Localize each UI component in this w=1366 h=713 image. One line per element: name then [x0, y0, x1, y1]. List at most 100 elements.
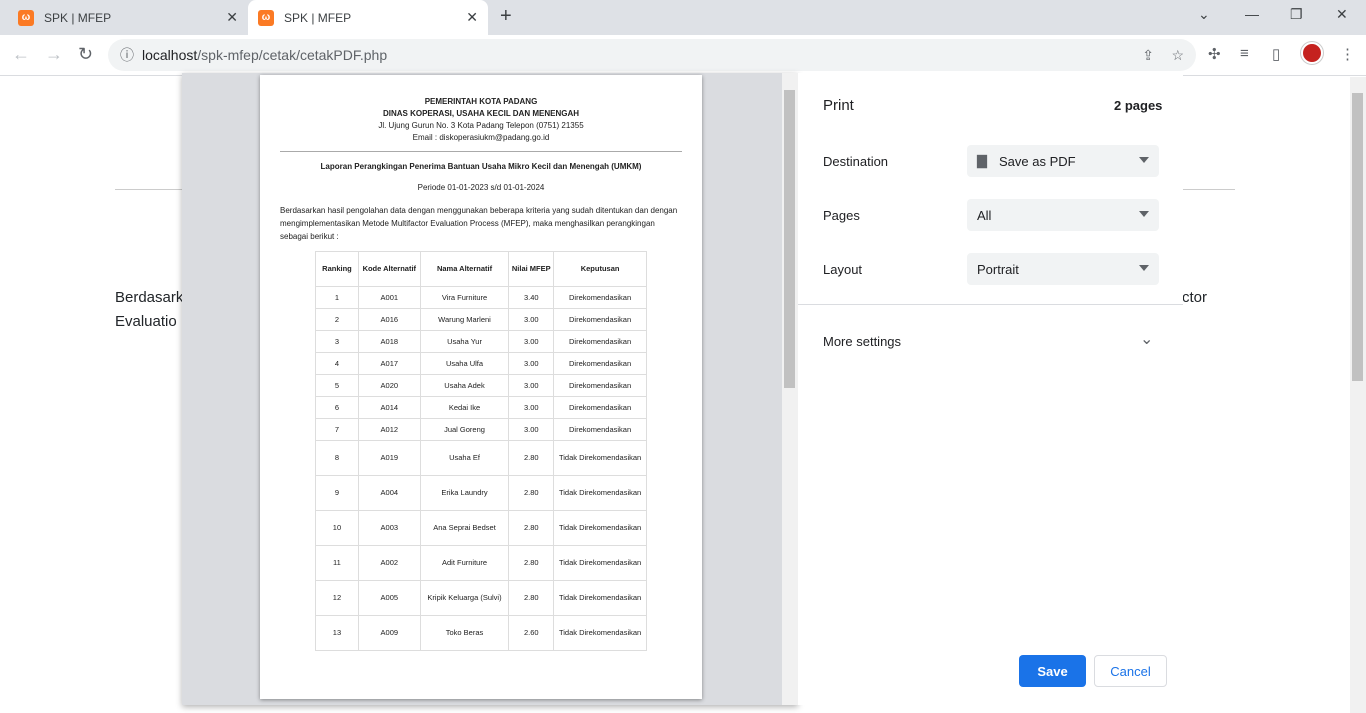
table-cell: A018: [357, 330, 421, 353]
table-cell: 9: [315, 475, 359, 511]
table-cell: 10: [315, 510, 359, 546]
address-bar[interactable]: ⓘ localhost/spk-mfep/cetak/cetakPDF.php …: [108, 39, 1196, 71]
tab-strip: ω SPK | MFEP ✕ ω SPK | MFEP ✕ + ⌄ — ❐ ✕: [0, 0, 1366, 35]
site-info-icon[interactable]: ⓘ: [120, 45, 134, 65]
table-cell: A003: [357, 510, 421, 546]
table-cell: Jual Goreng: [419, 418, 510, 441]
table-cell: Erika Laundry: [419, 475, 510, 511]
table-cell: A019: [357, 440, 421, 476]
close-window-button[interactable]: ✕: [1336, 6, 1348, 23]
column-header: Keputusan: [553, 251, 647, 287]
bookmark-star-icon[interactable]: ☆: [1171, 47, 1184, 64]
table-row: 3 A018 Usaha Yur 3.00 Direkomendasikan: [315, 330, 647, 353]
table-cell: Kedai Ike: [419, 396, 510, 419]
table-cell: A002: [357, 545, 421, 581]
tab-1[interactable]: ω SPK | MFEP ✕: [8, 0, 248, 35]
column-header: Nilai MFEP: [508, 251, 555, 287]
table-cell: 11: [315, 545, 359, 581]
ranking-table: Ranking Kode Alternatif Nama Alternatif Nil…: [315, 251, 647, 651]
close-tab-icon[interactable]: ✕: [226, 9, 238, 26]
pages-select[interactable]: All: [967, 199, 1159, 231]
close-tab-icon[interactable]: ✕: [466, 9, 478, 26]
minimize-button[interactable]: —: [1245, 6, 1259, 22]
table-cell: Tidak Direkomendasikan: [553, 510, 647, 546]
back-button[interactable]: ←: [12, 44, 30, 65]
table-cell: 7: [315, 418, 359, 441]
extensions-icon[interactable]: ✣: [1208, 45, 1221, 63]
share-icon[interactable]: ⇪: [1142, 47, 1154, 64]
table-cell: Tidak Direkomendasikan: [553, 440, 647, 476]
xampp-favicon-icon: ω: [258, 9, 274, 26]
table-cell: Usaha Ulfa: [419, 352, 510, 375]
table-cell: 1: [315, 286, 359, 309]
table-row: 8 A019 Usaha Ef 2.80 Tidak Direkomendasikan: [315, 440, 647, 476]
table-header-row: Ranking Kode Alternatif Nama Alternatif Nil…: [315, 251, 647, 287]
table-cell: 6: [315, 396, 359, 419]
table-row: 7 A012 Jual Goreng 3.00 Direkomendasikan: [315, 418, 647, 441]
layout-label: Layout: [823, 262, 863, 277]
email: Email : diskoperasiukm@padang.go.id: [412, 133, 550, 142]
table-cell: Direkomendasikan: [553, 308, 647, 331]
tab-2[interactable]: ω SPK | MFEP ✕: [248, 0, 488, 35]
table-cell: 2.80: [508, 545, 555, 581]
table-cell: 3.00: [508, 352, 555, 375]
menu-kebab-icon[interactable]: ⋮: [1340, 45, 1355, 63]
address: Jl. Ujung Gurun No. 3 Kota Padang Telepo…: [378, 121, 584, 130]
profile-avatar[interactable]: [1301, 42, 1323, 64]
table-cell: Tidak Direkomendasikan: [553, 545, 647, 581]
reload-button[interactable]: ↻: [78, 44, 93, 65]
table-cell: 2.80: [508, 475, 555, 511]
table-cell: 3.00: [508, 308, 555, 331]
table-cell: 2.80: [508, 440, 555, 476]
table-cell: Usaha Adek: [419, 374, 510, 397]
table-cell: 3: [315, 330, 359, 353]
print-title: Print: [823, 97, 854, 114]
preview-scrollbar-thumb[interactable]: [784, 90, 795, 388]
table-row: 1 A001 Vira Furniture 3.40 Direkomendasikan: [315, 286, 647, 309]
destination-select[interactable]: ▇ Save as PDF: [967, 145, 1159, 177]
xampp-favicon-icon: ω: [18, 9, 34, 26]
url-host: localhost: [142, 47, 198, 63]
table-cell: A017: [357, 352, 421, 375]
table-row: 11 A002 Adit Furniture 2.80 Tidak Direkomend…: [315, 545, 647, 581]
table-cell: 12: [315, 580, 359, 616]
table-cell: Adit Furniture: [419, 545, 510, 581]
file-icon: ▇: [977, 153, 987, 168]
table-cell: 5: [315, 374, 359, 397]
table-cell: 2.60: [508, 615, 555, 651]
dropdown-caret-icon: [1139, 157, 1149, 163]
new-tab-button[interactable]: +: [500, 5, 512, 28]
more-settings-toggle[interactable]: More settings ⌄: [798, 323, 1183, 359]
dropdown-caret-icon: [1139, 265, 1149, 271]
table-cell: 8: [315, 440, 359, 476]
page-scrollbar-thumb[interactable]: [1352, 93, 1363, 381]
table-cell: Direkomendasikan: [553, 418, 647, 441]
media-control-icon[interactable]: ≡: [1240, 45, 1249, 62]
bg-text: Evaluatio: [115, 313, 177, 330]
table-cell: Ana Seprai Bedset: [419, 510, 510, 546]
table-cell: Usaha Yur: [419, 330, 510, 353]
table-cell: 3.00: [508, 396, 555, 419]
save-button[interactable]: Save: [1019, 655, 1086, 687]
table-row: 9 A004 Erika Laundry 2.80 Tidak Direkomendas…: [315, 475, 647, 511]
dropdown-caret-icon: [1139, 211, 1149, 217]
table-row: 10 A003 Ana Seprai Bedset 2.80 Tidak Direkom…: [315, 510, 647, 546]
url-path: /spk-mfep/cetak/cetakPDF.php: [197, 47, 388, 63]
table-cell: A012: [357, 418, 421, 441]
table-cell: Tidak Direkomendasikan: [553, 615, 647, 651]
tab-search-chevron-icon[interactable]: ⌄: [1198, 6, 1210, 23]
table-row: 2 A016 Warung Marleni 3.00 Direkomendasikan: [315, 308, 647, 331]
table-row: 6 A014 Kedai Ike 3.00 Direkomendasikan: [315, 396, 647, 419]
tab-title: SPK | MFEP: [284, 10, 352, 25]
cancel-button[interactable]: Cancel: [1094, 655, 1167, 687]
table-cell: Kripik Keluarga (Sulvi): [419, 580, 510, 616]
pages-value: All: [977, 207, 992, 223]
page-count: 2 pages: [1114, 98, 1163, 113]
side-panel-icon[interactable]: ▯: [1272, 45, 1280, 63]
table-cell: Tidak Direkomendasikan: [553, 475, 647, 511]
restore-button[interactable]: ❐: [1290, 6, 1303, 23]
table-cell: 3.00: [508, 374, 555, 397]
layout-select[interactable]: Portrait: [967, 253, 1159, 285]
report-title: Laporan Perangkingan Penerima Bantuan Us…: [320, 162, 642, 171]
forward-button[interactable]: →: [45, 44, 63, 65]
